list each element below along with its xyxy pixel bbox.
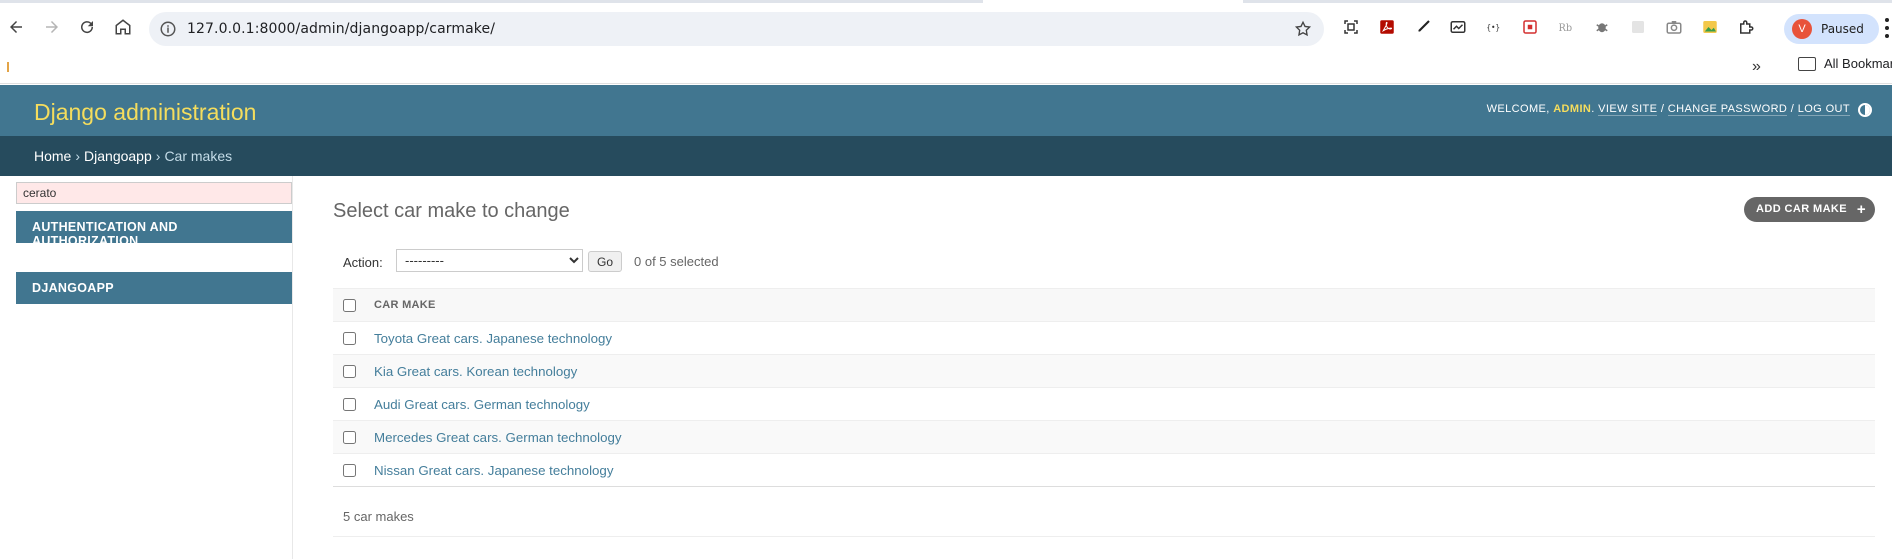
- table-row: Nissan Great cars. Japanese technology: [333, 453, 1875, 487]
- nav-sidebar: Authentication and Authorization Djangoa…: [0, 176, 293, 559]
- puzzle-icon[interactable]: [1736, 17, 1756, 37]
- sidebar-module-djangoapp[interactable]: Djangoapp: [16, 272, 292, 304]
- rb-icon[interactable]: Rb: [1556, 17, 1576, 37]
- back-button[interactable]: [4, 15, 28, 39]
- browser-menu-icon[interactable]: [1883, 17, 1892, 39]
- table-row: Mercedes Great cars. German technology: [333, 420, 1875, 454]
- screenshot-icon[interactable]: [1341, 17, 1361, 37]
- add-button-label: Add car make: [1756, 203, 1847, 215]
- results-table: Car make Toyota Great cars. Japanese tec…: [333, 288, 1875, 487]
- bookmark-favicon[interactable]: [7, 62, 9, 72]
- camera-icon[interactable]: [1664, 17, 1684, 37]
- table-row: Kia Great cars. Korean technology: [333, 354, 1875, 388]
- row-checkbox[interactable]: [343, 332, 356, 346]
- breadcrumb-separator: ›: [155, 148, 161, 164]
- svg-text:Rb: Rb: [1559, 23, 1573, 34]
- breadcrumb: Home › Djangoapp › Car makes: [0, 136, 1892, 176]
- add-car-make-button[interactable]: Add car make +: [1744, 197, 1875, 222]
- row-link[interactable]: Mercedes Great cars. German technology: [374, 430, 622, 445]
- all-bookmarks-button[interactable]: All Bookmarks: [1798, 56, 1892, 71]
- select-all-checkbox[interactable]: [343, 298, 356, 312]
- gauge-icon[interactable]: [1448, 17, 1468, 37]
- site-info-icon[interactable]: [159, 20, 177, 38]
- row-link[interactable]: Nissan Great cars. Japanese technology: [374, 463, 613, 478]
- reload-icon: [81, 21, 94, 34]
- folder-icon: [1798, 56, 1816, 71]
- row-cell: Nissan Great cars. Japanese technology: [374, 453, 1875, 487]
- table-header-row: Car make: [333, 288, 1875, 322]
- breadcrumb-current: Car makes: [164, 148, 233, 164]
- svg-text:{•}: {•}: [1487, 23, 1501, 32]
- row-checkbox-cell: [333, 420, 374, 454]
- reload-button[interactable]: [75, 15, 99, 39]
- selection-counter: 0 of 5 selected: [634, 254, 719, 269]
- row-checkbox-cell: [333, 387, 374, 421]
- row-cell: Mercedes Great cars. German technology: [374, 420, 1875, 454]
- image-icon[interactable]: [1700, 17, 1720, 37]
- nav-filter-input[interactable]: [16, 182, 292, 204]
- breadcrumb-app[interactable]: Djangoapp: [84, 148, 152, 164]
- select-all-cell: [333, 288, 374, 322]
- eyedropper-icon[interactable]: [1413, 17, 1433, 37]
- welcome-text: Welcome,: [1486, 103, 1550, 115]
- row-cell: Kia Great cars. Korean technology: [374, 354, 1875, 388]
- row-checkbox-cell: [333, 453, 374, 487]
- forward-arrow-icon: [46, 21, 58, 33]
- bookmark-star-icon[interactable]: [1294, 20, 1312, 38]
- pdf-icon[interactable]: [1377, 17, 1397, 37]
- row-cell: Toyota Great cars. Japanese technology: [374, 321, 1875, 355]
- table-row: Toyota Great cars. Japanese technology: [333, 321, 1875, 355]
- action-label: Action:: [343, 255, 383, 270]
- table-row: Audi Great cars. German technology: [333, 387, 1875, 421]
- row-checkbox-cell: [333, 354, 374, 388]
- url-text[interactable]: 127.0.0.1:8000/admin/djangoapp/carmake/: [187, 21, 495, 37]
- bookmarks-bar: » All Bookmarks: [0, 50, 1892, 84]
- avatar: V: [1792, 19, 1812, 39]
- result-count: 5 car makes: [333, 493, 1875, 537]
- sidebar-module-auth[interactable]: Authentication and Authorization: [16, 211, 292, 248]
- profile-status: Paused: [1821, 22, 1864, 36]
- blank-extension-icon[interactable]: [1628, 17, 1648, 37]
- row-checkbox-cell: [333, 321, 374, 355]
- column-header-car-make[interactable]: Car make: [374, 288, 1875, 322]
- row-checkbox[interactable]: [343, 365, 356, 379]
- back-arrow-icon: [10, 21, 22, 33]
- row-link[interactable]: Kia Great cars. Korean technology: [374, 364, 577, 379]
- page-title: Select car make to change: [333, 200, 570, 222]
- browser-toolbar: 127.0.0.1:8000/admin/djangoapp/carmake/ …: [0, 3, 1892, 50]
- actions-bar: Action: --------- Go 0 of 5 selected: [333, 243, 1875, 285]
- row-link[interactable]: Toyota Great cars. Japanese technology: [374, 331, 612, 346]
- row-link[interactable]: Audi Great cars. German technology: [374, 397, 590, 412]
- site-header: Django administration Welcome, admin. Vi…: [0, 85, 1892, 136]
- breadcrumb-separator: ›: [75, 148, 81, 164]
- user-tools: Welcome, admin. View site / Change passw…: [1486, 103, 1850, 116]
- row-checkbox[interactable]: [343, 398, 356, 412]
- go-button[interactable]: Go: [588, 251, 623, 272]
- plus-icon: +: [1856, 201, 1866, 218]
- theme-toggle-icon[interactable]: [1858, 103, 1872, 117]
- action-select[interactable]: ---------: [396, 249, 583, 272]
- log-out-link[interactable]: Log out: [1797, 103, 1850, 116]
- breadcrumb-home[interactable]: Home: [34, 148, 71, 164]
- home-button[interactable]: [111, 15, 135, 39]
- user-tools-separator: /: [1790, 103, 1795, 115]
- bug-icon[interactable]: [1592, 17, 1612, 37]
- forward-button[interactable]: [40, 15, 64, 39]
- bookmark-icon[interactable]: [1520, 17, 1540, 37]
- row-checkbox[interactable]: [343, 464, 356, 478]
- address-bar[interactable]: 127.0.0.1:8000/admin/djangoapp/carmake/: [149, 12, 1324, 46]
- bookmarks-overflow-button[interactable]: »: [1752, 58, 1761, 76]
- change-password-link[interactable]: Change password: [1667, 103, 1788, 116]
- row-cell: Audi Great cars. German technology: [374, 387, 1875, 421]
- profile-button[interactable]: V Paused: [1784, 14, 1879, 44]
- row-checkbox[interactable]: [343, 431, 356, 445]
- home-icon: [115, 19, 131, 35]
- view-site-link[interactable]: View site: [1598, 103, 1658, 116]
- json-icon[interactable]: {•}: [1484, 17, 1504, 37]
- all-bookmarks-label: All Bookmarks: [1824, 56, 1892, 71]
- username: admin: [1553, 103, 1592, 115]
- user-tools-separator: /: [1660, 103, 1665, 115]
- site-branding[interactable]: Django administration: [34, 99, 256, 126]
